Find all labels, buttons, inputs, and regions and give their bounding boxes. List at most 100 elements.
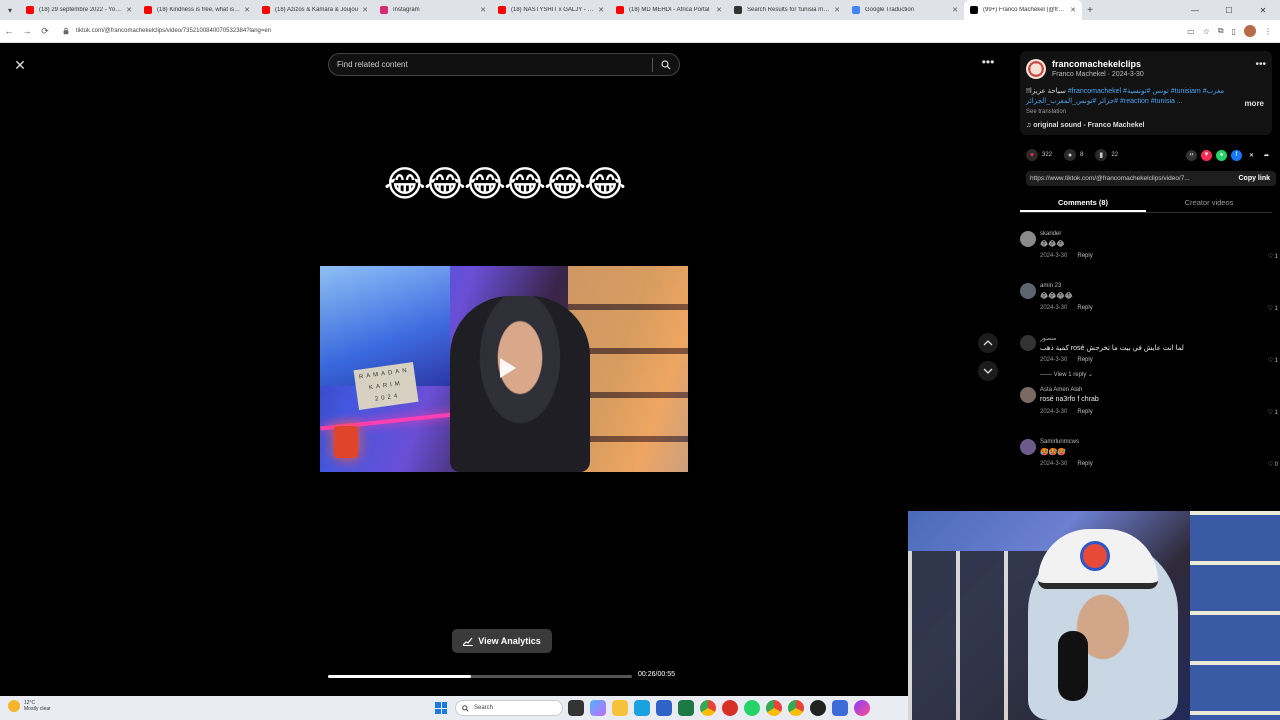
new-tab-button[interactable]: + bbox=[1082, 5, 1098, 16]
sidebar-icon[interactable]: ▯ bbox=[1232, 27, 1236, 36]
copy-link-button[interactable]: Copy link bbox=[1232, 175, 1276, 182]
browser-tab[interactable]: (18) NASTYSHIT x GALJY - No ✕ bbox=[492, 0, 610, 20]
maximize-button[interactable]: ☐ bbox=[1212, 6, 1246, 15]
copilot-icon[interactable] bbox=[590, 700, 606, 716]
embed-icon[interactable]: ‹› bbox=[1186, 149, 1197, 161]
comment-like-button[interactable]: ♡ 1 bbox=[1268, 409, 1278, 416]
commenter-avatar[interactable] bbox=[1020, 387, 1036, 403]
related-search-box[interactable] bbox=[328, 53, 680, 76]
edge-icon[interactable] bbox=[634, 700, 650, 716]
app-red-icon[interactable] bbox=[722, 700, 738, 716]
play-icon[interactable] bbox=[490, 352, 522, 384]
reply-button[interactable]: Reply bbox=[1077, 253, 1092, 259]
tab-close-icon[interactable]: ✕ bbox=[598, 6, 604, 14]
tab-close-icon[interactable]: ✕ bbox=[126, 6, 132, 14]
comment-stat[interactable]: ● 8 bbox=[1064, 149, 1083, 161]
comment-like-button[interactable]: ♡ 0 bbox=[1268, 461, 1278, 468]
obs-icon[interactable] bbox=[810, 700, 826, 716]
url-field[interactable]: tiktok.com/@francomachekelclips/video/73… bbox=[62, 27, 271, 35]
weather-widget[interactable]: 12°C Mostly clear bbox=[8, 700, 51, 712]
commenter-avatar[interactable] bbox=[1020, 231, 1036, 247]
browser-tab[interactable]: (99+) Franco Machekel (@franco ✕ bbox=[964, 0, 1082, 20]
facebook-icon[interactable]: f bbox=[1231, 149, 1242, 161]
extensions-icon[interactable]: ⧉ bbox=[1218, 26, 1224, 36]
whatsapp-icon[interactable]: ● bbox=[1216, 149, 1227, 161]
tab-close-icon[interactable]: ✕ bbox=[834, 6, 840, 14]
excel-icon[interactable] bbox=[678, 700, 694, 716]
commenter-name[interactable]: Samirlunmcws bbox=[1040, 439, 1079, 445]
view-analytics-button[interactable]: View Analytics bbox=[452, 629, 552, 653]
bookmark-star-icon[interactable]: ☆ bbox=[1203, 27, 1210, 36]
cast-icon[interactable]: ▭ bbox=[1187, 27, 1195, 36]
repost-icon[interactable]: ▼ bbox=[1201, 149, 1212, 161]
task-view-icon[interactable] bbox=[568, 700, 584, 716]
tab-close-icon[interactable]: ✕ bbox=[244, 6, 250, 14]
search-icon[interactable] bbox=[653, 59, 679, 70]
more-options-icon[interactable]: ••• bbox=[978, 55, 998, 71]
browser-menu-icon[interactable]: ⋮ bbox=[1264, 27, 1272, 36]
commenter-name[interactable]: amin 23 bbox=[1040, 283, 1061, 289]
reply-button[interactable]: Reply bbox=[1077, 305, 1092, 311]
sound-link[interactable]: ♫ original sound - Franco Machekel bbox=[1026, 122, 1144, 129]
next-video-button[interactable] bbox=[978, 361, 998, 381]
like-stat[interactable]: ♥ 322 bbox=[1026, 149, 1052, 161]
commenter-name[interactable]: skander bbox=[1040, 231, 1061, 237]
related-search-input[interactable] bbox=[337, 60, 652, 69]
tab-close-icon[interactable]: ✕ bbox=[1070, 6, 1076, 14]
previous-video-button[interactable] bbox=[978, 333, 998, 353]
see-translation-link[interactable]: See translation bbox=[1026, 109, 1066, 115]
browser-tab[interactable]: (18) Azizos & Kamara & Joujou ✕ bbox=[256, 0, 374, 20]
windows-start-icon[interactable] bbox=[435, 702, 447, 714]
video-link-text[interactable]: https://www.tiktok.com/@francomachekelcl… bbox=[1030, 175, 1232, 182]
save-stat[interactable]: ▮ 22 bbox=[1095, 149, 1118, 161]
close-viewer-button[interactable]: ✕ bbox=[10, 55, 30, 75]
card-more-icon[interactable]: ••• bbox=[1255, 59, 1266, 70]
chrome-icon[interactable] bbox=[700, 700, 716, 716]
reply-button[interactable]: Reply bbox=[1077, 409, 1092, 415]
reply-button[interactable]: Reply bbox=[1077, 357, 1092, 363]
chrome-profile-icon[interactable] bbox=[788, 700, 804, 716]
commenter-avatar[interactable] bbox=[1020, 439, 1036, 455]
video-frame[interactable]: RAMADAN KARIM 2024 bbox=[320, 266, 688, 472]
browser-tab[interactable]: (18) Kindness is free, what is on ✕ bbox=[138, 0, 256, 20]
browser-tab[interactable]: Search Results for 'tunisia musi' ✕ bbox=[728, 0, 846, 20]
tab-close-icon[interactable]: ✕ bbox=[362, 6, 368, 14]
profile-avatar[interactable] bbox=[1244, 25, 1256, 37]
share-arrow-icon[interactable]: ➦ bbox=[1261, 149, 1272, 161]
comment-like-button[interactable]: ♡ 1 bbox=[1268, 305, 1278, 312]
author-avatar[interactable] bbox=[1026, 59, 1046, 79]
browser-tab[interactable]: (18) 29 septembre 2022 - YouTube ✕ bbox=[20, 0, 138, 20]
tab-close-icon[interactable]: ✕ bbox=[952, 6, 958, 14]
commenter-name[interactable]: منصور bbox=[1040, 335, 1056, 342]
commenter-name[interactable]: Asta Amen Alah bbox=[1040, 387, 1082, 393]
messenger-icon[interactable] bbox=[854, 700, 870, 716]
whatsapp-taskbar-icon[interactable] bbox=[744, 700, 760, 716]
browser-tab[interactable]: Instagram ✕ bbox=[374, 0, 492, 20]
browser-tab[interactable]: (18) MD MEHDI - Africa Portal ✕ bbox=[610, 0, 728, 20]
minimize-button[interactable]: — bbox=[1178, 6, 1212, 15]
tab-close-icon[interactable]: ✕ bbox=[480, 6, 486, 14]
commenter-avatar[interactable] bbox=[1020, 335, 1036, 351]
comment-like-button[interactable]: ♡ 1 bbox=[1268, 357, 1278, 364]
caption-more-button[interactable]: more bbox=[1244, 99, 1264, 108]
browser-tab[interactable]: Google Traduction ✕ bbox=[846, 0, 964, 20]
video-progress-bar[interactable] bbox=[328, 675, 632, 678]
commenter-avatar[interactable] bbox=[1020, 283, 1036, 299]
view-replies-button[interactable]: —— View 1 reply ⌄ bbox=[1040, 371, 1093, 378]
store-icon[interactable] bbox=[656, 700, 672, 716]
comment-like-button[interactable]: ♡ 1 bbox=[1268, 253, 1278, 260]
reply-button[interactable]: Reply bbox=[1077, 461, 1092, 467]
taskbar-search[interactable]: Search bbox=[455, 700, 563, 716]
tab-close-icon[interactable]: ✕ bbox=[716, 6, 722, 14]
media-app-icon[interactable] bbox=[832, 700, 848, 716]
x-icon[interactable]: ✕ bbox=[1246, 149, 1257, 161]
file-explorer-icon[interactable] bbox=[612, 700, 628, 716]
chrome-alt-icon[interactable] bbox=[766, 700, 782, 716]
author-username[interactable]: francomachekelclips bbox=[1052, 59, 1141, 69]
tab-creator-videos[interactable]: Creator videos bbox=[1146, 193, 1272, 212]
reload-icon[interactable]: ⟳ bbox=[36, 26, 54, 37]
forward-icon[interactable]: → bbox=[18, 26, 36, 36]
tab-search-icon[interactable]: ▾ bbox=[0, 0, 20, 20]
back-icon[interactable]: ← bbox=[0, 26, 18, 36]
site-info-icon[interactable] bbox=[62, 27, 70, 35]
